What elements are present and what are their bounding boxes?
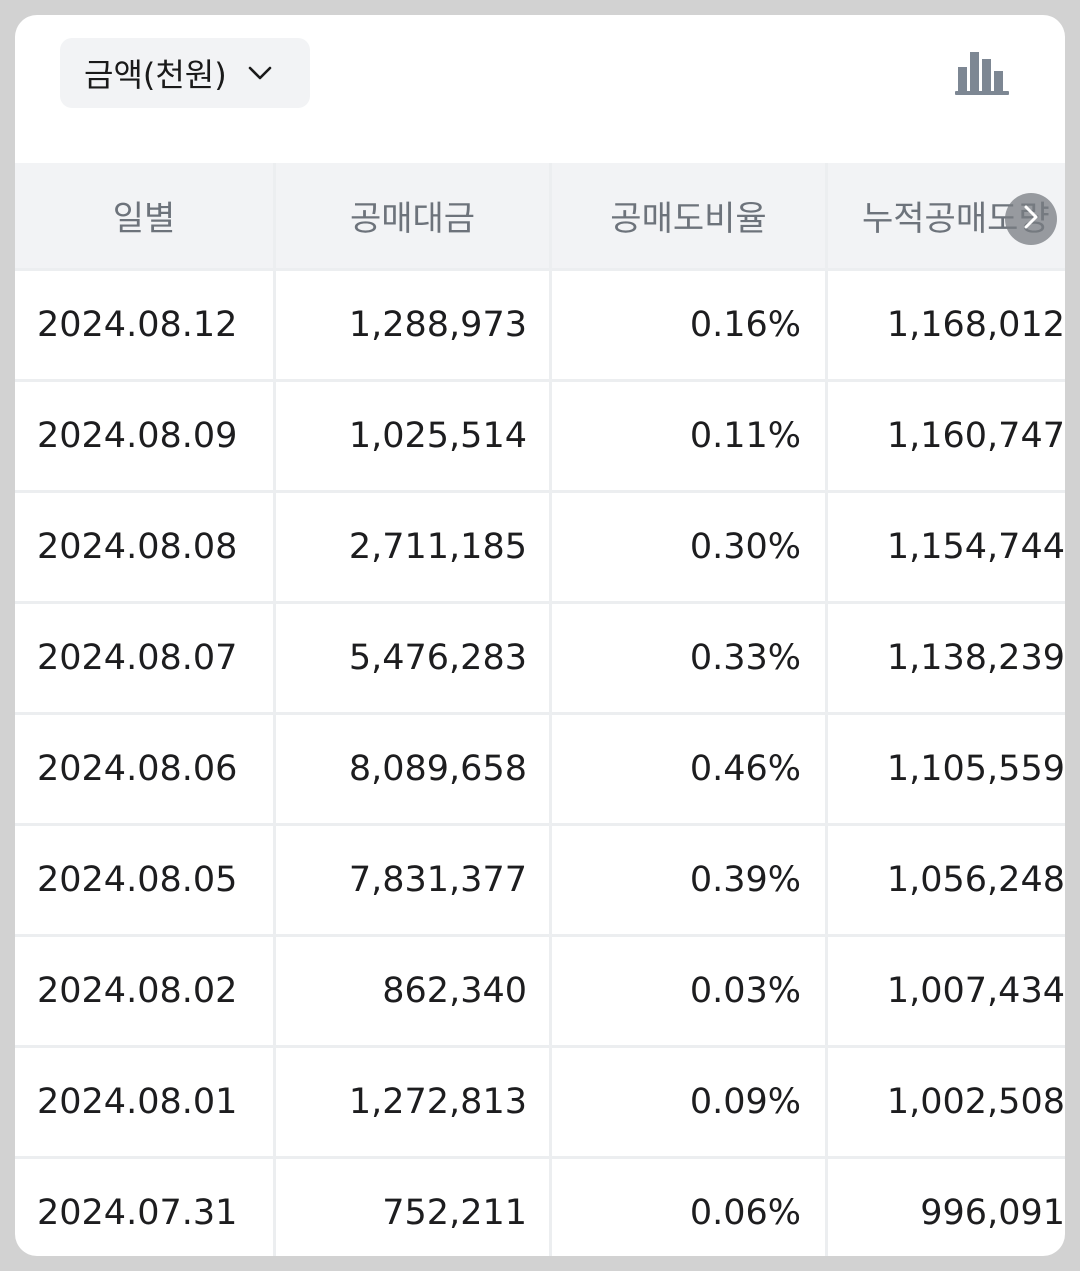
- cell-date: 2024.08.06: [37, 749, 238, 789]
- cell-ratio: 0.09%: [689, 1082, 801, 1122]
- cell-date: 2024.08.05: [37, 860, 238, 900]
- cell-date: 2024.07.31: [37, 1193, 238, 1233]
- cell-cumulative: 1,138,239: [886, 638, 1065, 678]
- chevron-right-icon: [1020, 204, 1042, 234]
- cell-cumulative: 1,007,434: [886, 971, 1065, 1011]
- column-header-date[interactable]: 일별: [15, 163, 273, 268]
- cell-ratio: 0.30%: [689, 527, 801, 567]
- cell-ratio: 0.11%: [689, 416, 801, 456]
- cell-ratio: 0.16%: [689, 305, 801, 345]
- cell-cumulative: 1,002,508: [886, 1082, 1065, 1122]
- cell-amount: 8,089,658: [348, 749, 527, 789]
- scroll-right-button[interactable]: [1005, 193, 1057, 245]
- cell-ratio: 0.33%: [689, 638, 801, 678]
- cell-amount: 5,476,283: [348, 638, 527, 678]
- cell-date: 2024.08.01: [37, 1082, 238, 1122]
- cell-amount: 1,025,514: [348, 416, 527, 456]
- cell-amount: 1,272,813: [348, 1082, 527, 1122]
- cell-amount: 7,831,377: [348, 860, 527, 900]
- cell-ratio: 0.46%: [689, 749, 801, 789]
- cell-date: 2024.08.12: [37, 305, 238, 345]
- cell-cumulative: 1,154,744: [886, 527, 1065, 567]
- cell-ratio: 0.39%: [689, 860, 801, 900]
- cell-cumulative: 1,105,559: [886, 749, 1065, 789]
- cell-cumulative: 1,168,012: [886, 305, 1065, 345]
- short-selling-panel: 금액(천원) 일별 공매대금 공매도비율 누적공매도량 2024.08.12 1,…: [15, 15, 1065, 1256]
- cell-date: 2024.08.07: [37, 638, 238, 678]
- cell-cumulative: 1,056,248: [886, 860, 1065, 900]
- cell-date: 2024.08.09: [37, 416, 238, 456]
- column-header-amount[interactable]: 공매대금: [276, 163, 549, 268]
- chevron-down-icon: [247, 63, 275, 83]
- cell-amount: 1,288,973: [348, 305, 527, 345]
- cell-ratio: 0.06%: [689, 1193, 801, 1233]
- toolbar: 금액(천원): [15, 15, 1065, 163]
- cell-cumulative: 996,091: [920, 1193, 1065, 1233]
- cell-amount: 752,211: [382, 1193, 527, 1233]
- cell-amount: 862,340: [382, 971, 527, 1011]
- cell-date: 2024.08.08: [37, 527, 238, 567]
- cell-date: 2024.08.02: [37, 971, 238, 1011]
- cell-cumulative: 1,160,747: [886, 416, 1065, 456]
- cell-ratio: 0.03%: [689, 971, 801, 1011]
- unit-select-label: 금액(천원): [84, 56, 227, 94]
- unit-select-dropdown[interactable]: 금액(천원): [60, 38, 310, 108]
- column-header-ratio[interactable]: 공매도비율: [552, 163, 825, 268]
- bar-chart-icon[interactable]: [952, 49, 1012, 99]
- cell-amount: 2,711,185: [348, 527, 527, 567]
- short-selling-table: 일별 공매대금 공매도비율 누적공매도량 2024.08.12 1,288,973…: [15, 163, 1065, 1256]
